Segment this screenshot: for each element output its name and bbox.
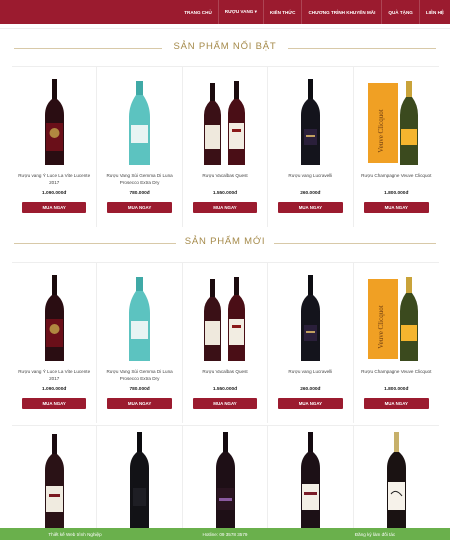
product-card[interactable] — [97, 426, 183, 536]
product-name[interactable]: Rượu vang Lucravelli — [272, 172, 348, 179]
buy-now-button[interactable]: MUA NGAY — [192, 202, 258, 213]
top-navigation-bar: TRANG CHỦ RƯỢU VANG ▾ KIẾN THỨC CHƯƠNG T… — [0, 0, 450, 24]
buy-now-button[interactable]: MUA NGAY — [278, 202, 343, 213]
new-title: SẢN PHẨM MỚI — [184, 236, 266, 247]
product-price: 1.090.000đ — [42, 387, 67, 392]
champagne-with-box-icon: Veuve Clicquot — [367, 277, 418, 361]
nav-promotions[interactable]: CHƯƠNG TRÌNH KHUYẾN MÃI — [301, 0, 381, 24]
buy-now-button[interactable]: MUA NGAY — [363, 202, 429, 213]
product-card[interactable]: Veuve Clicquot Rượu Champagne Veuve Clic… — [354, 263, 439, 423]
product-price: 1.550.000đ — [212, 191, 238, 196]
buy-now-button[interactable]: MUA NGAY — [22, 202, 87, 213]
main-menu: TRANG CHỦ RƯỢU VANG ▾ KIẾN THỨC CHƯƠNG T… — [178, 0, 450, 24]
more-products-row — [12, 425, 439, 536]
champagne-with-box-icon: Veuve Clicquot — [367, 81, 418, 165]
product-name[interactable]: Rượu Vang Sủi Gemma Di Luna Prosecco Ext… — [101, 172, 177, 186]
wine-bottle-icon — [130, 432, 150, 536]
buy-now-button[interactable]: MUA NGAY — [22, 398, 87, 409]
nav-gifts[interactable]: QUÀ TẶNG — [381, 0, 419, 24]
product-card[interactable] — [354, 426, 439, 536]
product-name[interactable]: Rượu Vacalbas Quest — [187, 172, 263, 179]
buy-now-button[interactable]: MUA NGAY — [192, 398, 258, 409]
wine-bottle-icon — [45, 434, 64, 536]
partner-signup-link[interactable]: Đăng ký làm đối tác — [300, 532, 450, 537]
two-wine-bottles-icon — [203, 81, 245, 165]
hotline-link[interactable]: Hotline: 09 3578 3579 — [150, 532, 300, 537]
product-card[interactable] — [12, 426, 98, 536]
svg-text:Veuve Clicquot: Veuve Clicquot — [377, 305, 385, 348]
product-card[interactable]: Rượu vang Lucravelli 260.000đ MUA NGAY — [268, 263, 354, 423]
featured-product-grid: Rượu vang Ý Luce La Vite Lucente 2017 1.… — [12, 66, 439, 227]
product-card[interactable]: Rượu vang Ý Luce La Vite Lucente 2017 1.… — [12, 67, 98, 227]
dark-red-wine-bottle-icon — [45, 275, 64, 361]
product-name[interactable]: Rượu vang Ý Luce La Vite Lucente 2017 — [16, 172, 92, 186]
product-card[interactable]: Rượu Vacalbas Quest 1.550.000đ MUA NGAY — [183, 263, 269, 423]
product-name[interactable]: Rượu vang Lucravelli — [272, 368, 348, 375]
new-product-grid: Rượu vang Ý Luce La Vite Lucente 2017 1.… — [12, 262, 439, 423]
wine-bottle-icon — [386, 432, 406, 536]
product-name[interactable]: Rượu Vang Sủi Gemma Di Luna Prosecco Ext… — [101, 368, 177, 382]
product-name[interactable]: Rượu Vacalbas Quest — [187, 368, 263, 375]
product-price: 1.090.000đ — [42, 191, 67, 196]
black-wine-bottle-icon — [301, 275, 321, 361]
featured-title: SẢN PHẨM NỔI BẬT — [173, 41, 277, 52]
buy-now-button[interactable]: MUA NGAY — [107, 398, 172, 409]
teal-sparkling-bottle-icon — [129, 81, 151, 165]
dark-red-wine-bottle-icon — [45, 79, 64, 165]
product-price: 780.000đ — [129, 191, 150, 196]
nav-knowledge[interactable]: KIẾN THỨC — [262, 0, 302, 24]
web-design-link[interactable]: Thiết kế Web trình Nghiệp — [0, 532, 150, 537]
product-card[interactable]: Rượu Vang Sủi Gemma Di Luna Prosecco Ext… — [97, 67, 183, 227]
nav-wine[interactable]: RƯỢU VANG ▾ — [217, 0, 263, 24]
nav-home[interactable]: TRANG CHỦ — [178, 0, 218, 24]
buy-now-button[interactable]: MUA NGAY — [278, 398, 343, 409]
wine-bottle-icon — [301, 432, 321, 536]
wine-bottle-icon — [215, 432, 235, 536]
product-name[interactable]: Rượu Champagne Veuve Clicquot — [358, 172, 435, 179]
product-card[interactable] — [268, 426, 354, 536]
product-card[interactable]: Rượu Vang Sủi Gemma Di Luna Prosecco Ext… — [97, 263, 183, 423]
product-price: 260.000đ — [300, 191, 321, 196]
buy-now-button[interactable]: MUA NGAY — [107, 202, 172, 213]
product-price: 1.800.000đ — [384, 387, 409, 392]
product-price: 1.550.000đ — [212, 387, 238, 392]
featured-section-heading: SẢN PHẨM NỔI BẬT — [0, 41, 450, 55]
product-price: 780.000đ — [129, 387, 150, 392]
bottom-contact-bar: Thiết kế Web trình Nghiệp Hotline: 09 35… — [0, 528, 450, 540]
product-price: 1.800.000đ — [384, 191, 409, 196]
product-name[interactable]: Rượu Champagne Veuve Clicquot — [358, 368, 435, 375]
divider — [0, 28, 450, 29]
product-price: 260.000đ — [300, 387, 321, 392]
svg-text:Veuve Clicquot: Veuve Clicquot — [377, 109, 385, 152]
buy-now-button[interactable]: MUA NGAY — [363, 398, 429, 409]
nav-contact[interactable]: LIÊN HỆ — [418, 0, 450, 24]
teal-sparkling-bottle-icon — [129, 277, 151, 361]
two-wine-bottles-icon — [203, 277, 245, 361]
product-card[interactable]: Rượu vang Ý Luce La Vite Lucente 2017 1.… — [12, 263, 98, 423]
product-card[interactable]: Rượu vang Lucravelli 260.000đ MUA NGAY — [268, 67, 354, 227]
black-wine-bottle-icon — [301, 79, 321, 165]
product-card[interactable]: Veuve Clicquot Rượu Champagne Veuve Clic… — [354, 67, 439, 227]
product-name[interactable]: Rượu vang Ý Luce La Vite Lucente 2017 — [16, 368, 92, 382]
new-section-heading: SẢN PHẨM MỚI — [0, 236, 450, 250]
product-card[interactable]: Rượu Vacalbas Quest 1.550.000đ MUA NGAY — [183, 67, 269, 227]
product-card[interactable] — [183, 426, 269, 536]
